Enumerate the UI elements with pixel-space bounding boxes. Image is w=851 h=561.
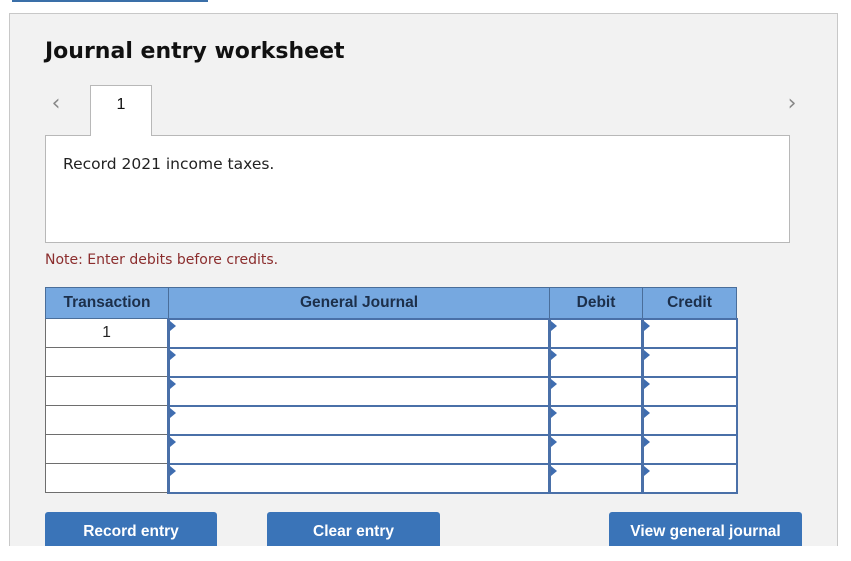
transaction-cell: 1 xyxy=(45,318,169,348)
credit-input[interactable] xyxy=(644,377,736,405)
chevron-right-icon[interactable]: › xyxy=(782,92,802,116)
credit-cell[interactable] xyxy=(641,317,738,349)
debit-input[interactable] xyxy=(551,348,641,376)
table-row xyxy=(45,462,738,494)
account-select-input[interactable] xyxy=(170,319,548,347)
credit-input[interactable] xyxy=(644,406,736,434)
credit-cell[interactable] xyxy=(641,375,738,407)
table-row: 1 xyxy=(45,317,738,349)
transaction-cell xyxy=(45,347,169,377)
debit-input[interactable] xyxy=(551,464,641,492)
transaction-cell xyxy=(45,405,169,435)
note-text: Note: Enter debits before credits. xyxy=(45,252,279,268)
debit-input[interactable] xyxy=(551,435,641,463)
general-journal-cell[interactable] xyxy=(167,404,551,436)
tab-1[interactable]: 1 xyxy=(90,85,152,136)
table-row xyxy=(45,375,738,407)
header-transaction: Transaction xyxy=(45,287,169,319)
debit-input[interactable] xyxy=(551,406,641,434)
description-text: Record 2021 income taxes. xyxy=(63,155,275,173)
general-journal-cell[interactable] xyxy=(167,317,551,349)
account-select-input[interactable] xyxy=(170,377,548,405)
clear-entry-button[interactable]: Clear entry xyxy=(267,512,440,546)
header-credit: Credit xyxy=(642,287,737,319)
credit-input[interactable] xyxy=(644,348,736,376)
credit-input[interactable] xyxy=(644,319,736,347)
debit-input[interactable] xyxy=(551,319,641,347)
transaction-cell xyxy=(45,434,169,464)
debit-input[interactable] xyxy=(551,377,641,405)
header-debit: Debit xyxy=(549,287,643,319)
worksheet-panel: Journal entry worksheet ‹ › 1 Record 202… xyxy=(9,13,838,546)
record-entry-button[interactable]: Record entry xyxy=(45,512,217,546)
transaction-cell xyxy=(45,376,169,406)
page-title: Journal entry worksheet xyxy=(45,39,345,64)
general-journal-cell[interactable] xyxy=(167,346,551,378)
credit-cell[interactable] xyxy=(641,462,738,494)
general-journal-cell[interactable] xyxy=(167,433,551,465)
table-header-row: Transaction General Journal Debit Credit xyxy=(45,287,737,319)
credit-cell[interactable] xyxy=(641,404,738,436)
account-select-input[interactable] xyxy=(170,348,548,376)
header-general-journal: General Journal xyxy=(168,287,550,319)
journal-table: Transaction General Journal Debit Credit… xyxy=(45,287,738,494)
account-select-input[interactable] xyxy=(170,464,548,492)
debit-cell[interactable] xyxy=(548,375,644,407)
debit-cell[interactable] xyxy=(548,346,644,378)
view-general-journal-button[interactable]: View general journal xyxy=(609,512,802,546)
description-box: Record 2021 income taxes. xyxy=(45,135,790,243)
debit-cell[interactable] xyxy=(548,462,644,494)
table-row xyxy=(45,404,738,436)
account-select-input[interactable] xyxy=(170,406,548,434)
table-row xyxy=(45,346,738,378)
account-select-input[interactable] xyxy=(170,435,548,463)
debit-cell[interactable] xyxy=(548,317,644,349)
chevron-left-icon[interactable]: ‹ xyxy=(46,92,66,116)
top-progress-bar xyxy=(12,0,208,2)
table-row xyxy=(45,433,738,465)
credit-input[interactable] xyxy=(644,464,736,492)
credit-cell[interactable] xyxy=(641,346,738,378)
credit-input[interactable] xyxy=(644,435,736,463)
credit-cell[interactable] xyxy=(641,433,738,465)
debit-cell[interactable] xyxy=(548,433,644,465)
general-journal-cell[interactable] xyxy=(167,462,551,494)
general-journal-cell[interactable] xyxy=(167,375,551,407)
debit-cell[interactable] xyxy=(548,404,644,436)
transaction-cell xyxy=(45,463,169,493)
